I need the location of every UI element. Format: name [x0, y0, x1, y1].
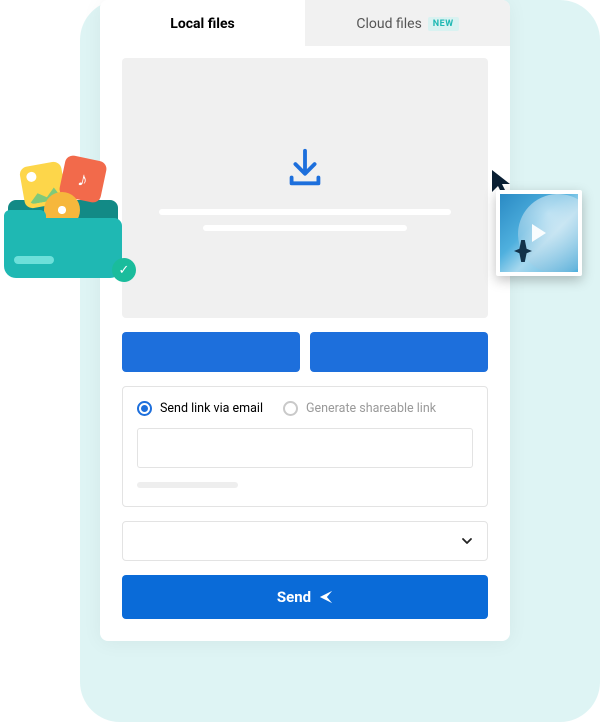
tab-cloud-label: Cloud files: [356, 16, 421, 32]
radio-unchecked-icon: [283, 401, 298, 416]
dropzone-placeholder-text: [159, 209, 452, 231]
radio-email-label: Send link via email: [160, 401, 263, 416]
primary-action-button-1[interactable]: [122, 332, 300, 372]
options-dropdown[interactable]: [122, 521, 488, 561]
tab-local-files[interactable]: Local files: [100, 0, 305, 46]
folder-illustration: ♪ ✓: [4, 158, 134, 278]
new-badge: NEW: [428, 17, 459, 31]
download-icon: [282, 145, 328, 191]
play-icon: [532, 224, 546, 242]
check-icon: ✓: [112, 258, 136, 282]
share-options-box: Send link via email Generate shareable l…: [122, 386, 488, 507]
chevron-down-icon: [461, 535, 473, 547]
dragged-file-thumbnail[interactable]: [496, 190, 582, 276]
radio-checked-icon: [137, 401, 152, 416]
send-button[interactable]: Send: [122, 575, 488, 619]
share-method-radios: Send link via email Generate shareable l…: [137, 401, 473, 416]
tabs: Local files Cloud files NEW: [100, 0, 510, 46]
upload-panel: Local files Cloud files NEW: [100, 0, 510, 641]
action-buttons-row: [122, 332, 488, 372]
recipient-input[interactable]: [137, 428, 473, 468]
tab-local-label: Local files: [170, 16, 234, 32]
send-button-label: Send: [277, 588, 311, 606]
panel-body: Send link via email Generate shareable l…: [100, 46, 510, 641]
radio-generate-link[interactable]: Generate shareable link: [283, 401, 436, 416]
paper-plane-icon: [319, 590, 333, 604]
helper-text-placeholder: [137, 482, 238, 488]
tab-cloud-files[interactable]: Cloud files NEW: [305, 0, 510, 46]
file-dropzone[interactable]: [122, 58, 488, 318]
radio-link-label: Generate shareable link: [306, 401, 436, 416]
primary-action-button-2[interactable]: [310, 332, 488, 372]
radio-send-email[interactable]: Send link via email: [137, 401, 263, 416]
